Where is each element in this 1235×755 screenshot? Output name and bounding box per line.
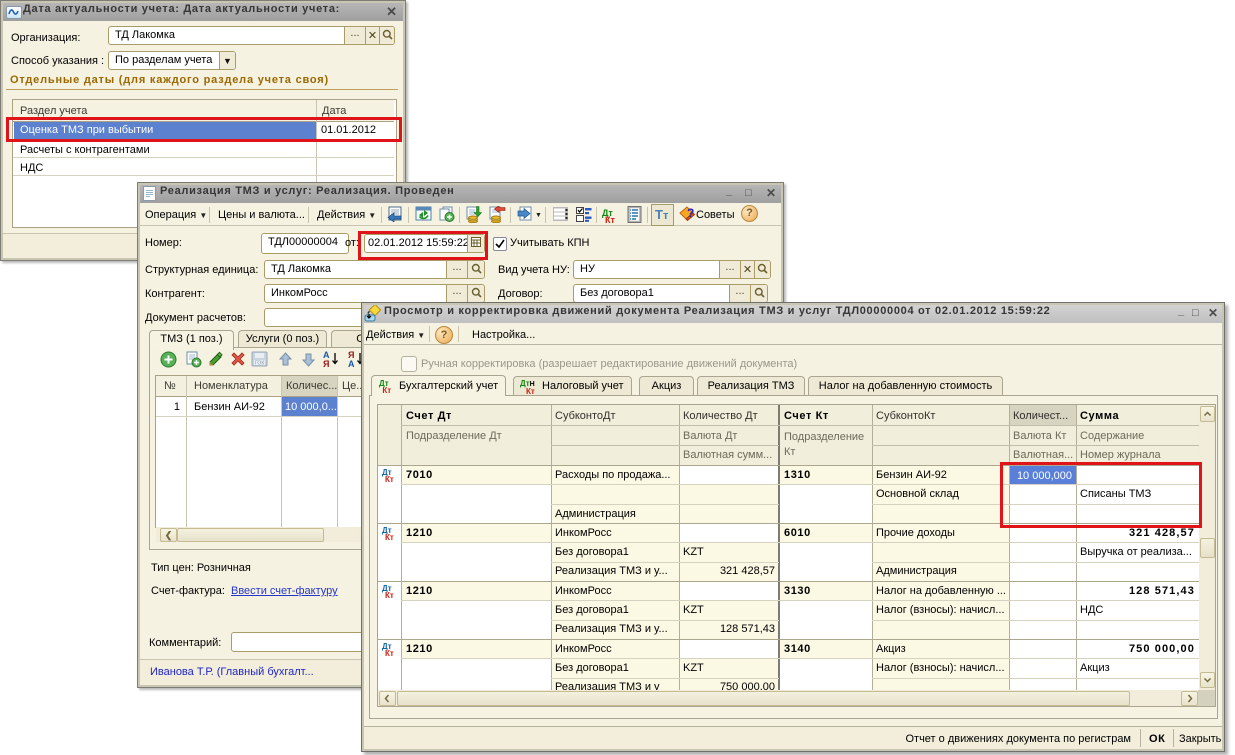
- svg-text:ГОК: ГОК: [255, 361, 264, 367]
- svg-text:?: ?: [687, 206, 694, 220]
- svg-text:А: А: [348, 359, 355, 368]
- svg-text:Я: Я: [323, 359, 329, 368]
